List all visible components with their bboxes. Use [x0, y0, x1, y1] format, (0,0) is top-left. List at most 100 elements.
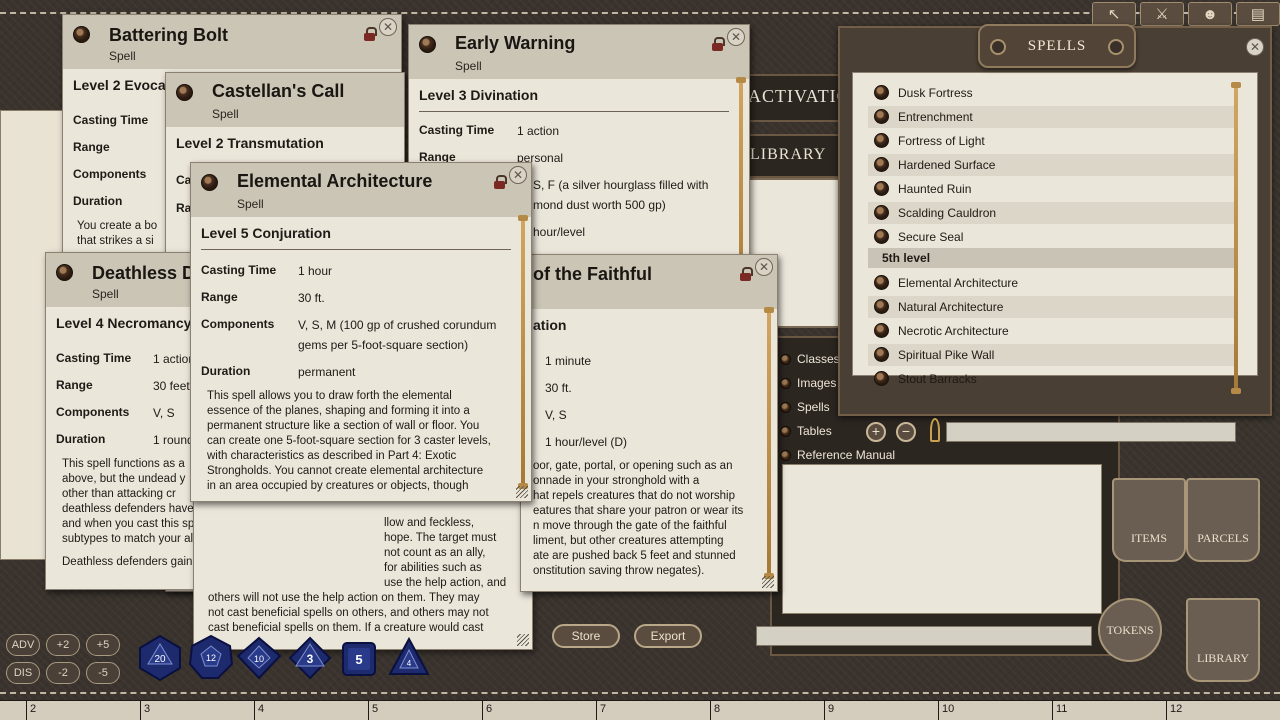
library-item-images[interactable]: Images	[797, 376, 836, 390]
spell-window-gate-of-the-faithful[interactable]: of the Faithful ✕ ation 1 minute 30 ft. …	[520, 254, 778, 592]
hotkey-slot-number[interactable]: 4	[258, 703, 264, 715]
spell-list-item[interactable]: Spiritual Pike Wall	[868, 344, 1234, 366]
hotkey-slot-number[interactable]: 8	[714, 703, 720, 715]
desc-line: essence of the planes, shaping and formi…	[207, 405, 470, 417]
parcels-button[interactable]: PARCELS	[1186, 478, 1260, 562]
casting-time-value: 1 minute	[545, 354, 592, 368]
d12-die[interactable]: 12	[188, 634, 234, 680]
desc-line: This spell allows you to draw forth the …	[207, 390, 452, 402]
remove-spell-button[interactable]: −	[896, 422, 916, 442]
minus-5-button[interactable]: -5	[86, 662, 120, 684]
spell-description: You create a bo that strikes a si	[77, 220, 158, 247]
hotkey-slot-number[interactable]: 9	[828, 703, 834, 715]
spell-title: Deathless De	[92, 263, 206, 283]
spell-list-item[interactable]: Entrenchment	[868, 106, 1234, 128]
map-tool-button[interactable]: ▤	[1236, 2, 1280, 26]
d4-die[interactable]: 4	[388, 636, 430, 678]
spell-list-item[interactable]: Scalding Cauldron	[868, 202, 1234, 224]
spell-list-item[interactable]: Hardened Surface	[868, 154, 1234, 176]
resize-grip[interactable]	[516, 486, 528, 498]
spell-list-item[interactable]: Fortress of Light	[868, 130, 1234, 152]
export-button[interactable]: Export	[634, 624, 702, 648]
lock-icon[interactable]	[364, 27, 377, 41]
spell-icon	[73, 26, 90, 43]
library-search-input[interactable]	[756, 626, 1092, 646]
components-label: Components	[56, 405, 130, 419]
close-button[interactable]: ✕	[379, 18, 397, 36]
spell-list-item[interactable]: Secure Seal	[868, 226, 1234, 248]
library-item-tables[interactable]: Tables	[797, 424, 832, 438]
library-button[interactable]: LIBRARY	[1186, 598, 1260, 682]
d6-die[interactable]: 5	[340, 640, 378, 678]
d20-die[interactable]: 20	[136, 634, 184, 682]
add-spell-button[interactable]: +	[866, 422, 886, 442]
spell-name: Dusk Fortress	[898, 86, 973, 100]
plus-2-button[interactable]: +2	[46, 634, 80, 656]
advantage-button[interactable]: ADV	[6, 634, 40, 656]
library-item-icon	[780, 354, 791, 365]
close-button[interactable]: ✕	[755, 258, 773, 276]
hotkey-slot-number[interactable]: 3	[144, 703, 150, 715]
resize-grip[interactable]	[517, 634, 529, 646]
casting-time-label: Casting Time	[419, 123, 495, 137]
close-button[interactable]: ✕	[727, 28, 745, 46]
spell-description: oor, gate, portal, or opening such as an…	[533, 459, 767, 579]
close-button[interactable]: ✕	[509, 166, 527, 184]
combat-tool-button[interactable]: ⚔	[1140, 2, 1184, 26]
items-button[interactable]: ITEMS	[1112, 478, 1186, 562]
desc-line: onstitution saving throw negates).	[533, 565, 705, 577]
minus-2-button[interactable]: -2	[46, 662, 80, 684]
spell-window-elemental-architecture[interactable]: Elemental Architecture Spell ✕ Level 5 C…	[190, 162, 532, 502]
spell-list-item[interactable]: Haunted Ruin	[868, 178, 1234, 200]
spell-level: ation	[533, 317, 567, 333]
hotkey-slot-number[interactable]: 12	[1170, 703, 1182, 715]
hotkey-slot-number[interactable]: 6	[486, 703, 492, 715]
pointer-tool-button[interactable]: ↖	[1092, 2, 1136, 26]
spell-name: Stout Barracks	[898, 372, 977, 386]
components-value: V, S	[545, 408, 567, 422]
scrollbar[interactable]	[518, 215, 528, 489]
hotkey-slot-number[interactable]: 2	[30, 703, 36, 715]
spell-group-header[interactable]: 5th level	[868, 248, 1234, 268]
hotkey-slot-number[interactable]: 11	[1056, 703, 1067, 715]
hotkey-slot-number[interactable]: 7	[600, 703, 606, 715]
store-button[interactable]: Store	[552, 624, 620, 648]
spells-scrollbar[interactable]	[1231, 82, 1241, 394]
duration-label: Duration	[201, 364, 251, 378]
spells-close-button[interactable]: ✕	[1246, 38, 1264, 56]
spell-title: Early Warning	[455, 33, 576, 53]
spell-list-item[interactable]: Elemental Architecture	[868, 272, 1234, 294]
search-icon	[930, 418, 940, 442]
library-item-icon	[780, 378, 791, 389]
lock-icon[interactable]	[712, 37, 725, 51]
desc-line: hope. The target must	[384, 532, 497, 544]
hotkey-slot-number[interactable]: 5	[372, 703, 378, 715]
party-tool-button[interactable]: ☻	[1188, 2, 1232, 26]
disadvantage-button[interactable]: DIS	[6, 662, 40, 684]
tokens-button[interactable]: TOKENS	[1098, 598, 1162, 662]
d8-die[interactable]: 3	[288, 636, 332, 680]
desc-line: oor, gate, portal, or opening such as an	[533, 460, 733, 472]
spell-name: Secure Seal	[898, 230, 964, 244]
desc-line: ate are pushed back 5 feet and stunned	[533, 550, 736, 562]
spell-type: Spell	[212, 107, 239, 121]
spell-list-item[interactable]: Stout Barracks	[868, 368, 1234, 390]
resize-grip[interactable]	[762, 576, 774, 588]
desc-line: not count as an ally,	[384, 547, 486, 559]
library-item-classes[interactable]: Classes	[797, 352, 840, 366]
plus-5-button[interactable]: +5	[86, 634, 120, 656]
spells-rows: Dusk Fortress Entrenchment Fortress of L…	[840, 82, 1234, 386]
spells-title-tab: SPELLS	[978, 24, 1136, 68]
scrollbar[interactable]	[764, 307, 774, 579]
spells-search-input[interactable]	[946, 422, 1236, 442]
spell-list-item[interactable]: Necrotic Architecture	[868, 320, 1234, 342]
library-item-reference-manual[interactable]: Reference Manual	[797, 448, 895, 462]
hotkey-slot-number[interactable]: 10	[942, 703, 954, 715]
spell-list-item[interactable]: Dusk Fortress	[868, 82, 1234, 104]
lock-icon[interactable]	[740, 267, 753, 281]
d10-die[interactable]: 10	[236, 636, 282, 680]
lock-icon[interactable]	[494, 175, 507, 189]
hotkey-slot-divider	[1166, 700, 1167, 720]
library-item-spells[interactable]: Spells	[797, 400, 830, 414]
spell-list-item[interactable]: Natural Architecture	[868, 296, 1234, 318]
